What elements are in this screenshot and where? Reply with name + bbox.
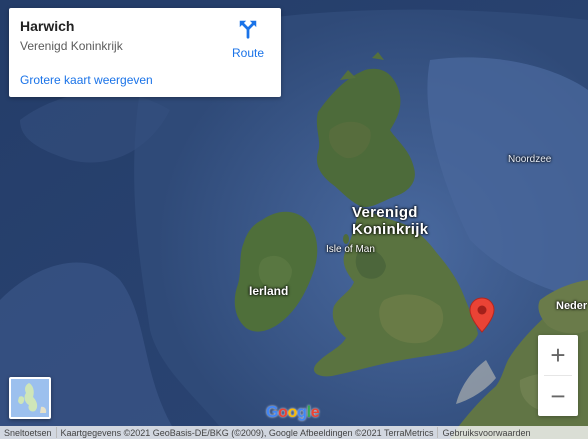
label-north-sea: Noordzee bbox=[508, 154, 552, 165]
location-pin-icon[interactable] bbox=[469, 297, 495, 333]
label-united-kingdom: Verenigd Koninkrijk bbox=[352, 204, 428, 238]
label-uk-line2: Koninkrijk bbox=[352, 221, 429, 238]
google-logo: Google bbox=[266, 404, 320, 421]
label-uk-line1: Verenigd bbox=[352, 204, 418, 221]
attribution-bar: Sneltoetsen Kaartgegevens ©2021 GeoBasis… bbox=[0, 426, 588, 439]
route-button[interactable]: Route bbox=[227, 18, 269, 68]
larger-map-link[interactable]: Grotere kaart weergeven bbox=[20, 73, 153, 87]
place-name: Harwich bbox=[20, 18, 75, 34]
terms-link[interactable]: Gebruiksvoorwaarden bbox=[438, 428, 534, 438]
map-data-attribution[interactable]: Kaartgegevens ©2021 GeoBasis-DE/BKG (©20… bbox=[57, 428, 438, 438]
place-info-card: Harwich Verenigd Koninkrijk Grotere kaar… bbox=[9, 8, 281, 97]
directions-icon bbox=[239, 20, 257, 39]
label-isle-of-man: Isle of Man bbox=[326, 244, 375, 255]
route-label: Route bbox=[231, 46, 265, 60]
zoom-control: + − bbox=[538, 335, 578, 416]
zoom-in-button[interactable]: + bbox=[538, 335, 578, 375]
map-type-toggle[interactable] bbox=[9, 377, 51, 419]
keyboard-shortcuts-link[interactable]: Sneltoetsen bbox=[0, 428, 56, 438]
place-country: Verenigd Koninkrijk bbox=[20, 39, 123, 53]
zoom-out-button[interactable]: − bbox=[538, 376, 578, 416]
label-netherlands: Neder bbox=[556, 300, 588, 312]
label-ireland: Ierland bbox=[249, 284, 289, 298]
map-view-thumbnail-icon bbox=[11, 379, 49, 417]
map-viewport[interactable]: Verenigd Koninkrijk Ierland Isle of Man … bbox=[0, 0, 588, 439]
